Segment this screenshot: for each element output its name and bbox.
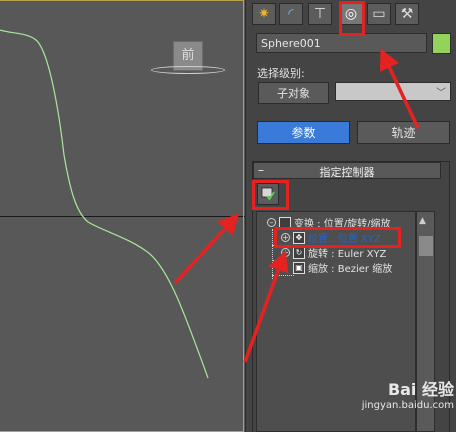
watermark: Bai 经验 jingyan.baidu.com [352, 376, 454, 430]
arrow-to-assign-button [173, 213, 240, 285]
arrow-to-position-item [243, 250, 289, 363]
watermark-logo: Bai 经验 [387, 380, 454, 399]
watermark-url: jingyan.baidu.com [361, 400, 454, 411]
tutorial-arrows [173, 48, 420, 363]
arrow-to-motion-tab [379, 48, 420, 129]
